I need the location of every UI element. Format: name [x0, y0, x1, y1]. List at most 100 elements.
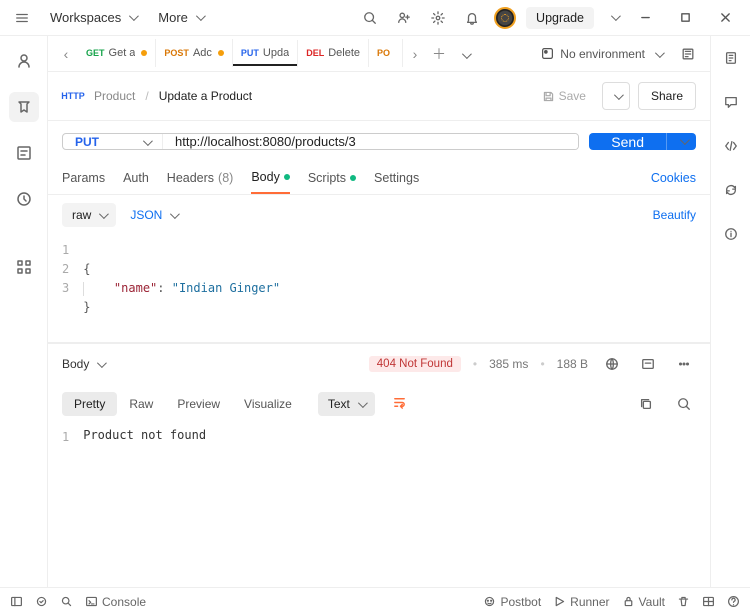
tab-title: Delete	[328, 47, 360, 59]
sb-runner[interactable]: Runner	[553, 595, 609, 609]
copy-response-icon[interactable]	[634, 392, 658, 416]
sb-vault[interactable]: Vault	[622, 595, 665, 609]
save-button[interactable]: Save	[534, 85, 594, 107]
refresh-icon[interactable]	[719, 178, 743, 202]
request-tab[interactable]: GET Get a	[78, 39, 156, 67]
avatar[interactable]	[494, 7, 516, 29]
view-preview[interactable]: Preview	[165, 392, 232, 416]
response-time: 385 ms	[489, 357, 528, 371]
more-dropdown[interactable]: More	[152, 6, 209, 29]
tab-method: PUT	[241, 48, 259, 58]
response-format-dropdown[interactable]: Text	[318, 392, 375, 416]
breadcrumb-collection[interactable]: Product	[94, 89, 135, 103]
sb-layout-icon[interactable]	[702, 595, 715, 608]
request-tab[interactable]: PO	[369, 39, 403, 67]
tab-params[interactable]: Params	[62, 163, 105, 193]
tab-new[interactable]: ＋	[427, 44, 451, 64]
unsaved-dot	[141, 50, 147, 56]
view-visualize[interactable]: Visualize	[232, 392, 304, 416]
environment-quicklook-icon[interactable]	[676, 42, 700, 66]
save-response-icon[interactable]	[636, 352, 660, 376]
url-input[interactable]	[163, 134, 578, 149]
sb-console[interactable]: Console	[85, 595, 146, 609]
send-dropdown[interactable]	[666, 133, 696, 150]
comments-icon[interactable]	[719, 90, 743, 114]
editor-gutter: 123	[62, 241, 83, 336]
method-dropdown[interactable]: PUT	[63, 134, 163, 149]
view-pretty[interactable]: Pretty	[62, 392, 117, 416]
settings-icon[interactable]	[426, 6, 450, 30]
request-tab[interactable]: POSTAdc	[156, 39, 232, 67]
save-dropdown[interactable]	[602, 82, 630, 110]
sb-trash-icon[interactable]	[677, 595, 690, 608]
cookies-link[interactable]: Cookies	[651, 171, 696, 185]
tab-headers[interactable]: Headers (8)	[167, 163, 234, 193]
sb-help-icon[interactable]	[727, 595, 740, 608]
response-scrollbar[interactable]	[699, 428, 707, 583]
tab-prev[interactable]: ‹	[54, 46, 78, 62]
hamburger-icon[interactable]	[10, 6, 34, 30]
response-body[interactable]: 1 Product not found	[48, 424, 710, 587]
sb-postbot[interactable]: Postbot	[483, 595, 541, 609]
rail-environments-icon[interactable]	[9, 138, 39, 168]
response-section-dropdown[interactable]: Body	[62, 357, 104, 371]
tab-authorization[interactable]: Auth	[123, 163, 149, 193]
rail-profile-icon[interactable]	[9, 46, 39, 76]
window-minimize[interactable]	[630, 6, 660, 30]
tab-list-dropdown[interactable]	[451, 46, 475, 62]
sb-sidebar-icon[interactable]	[10, 595, 23, 608]
status-bar: Console Postbot Runner Vault	[0, 587, 750, 615]
rail-apps-icon[interactable]	[9, 252, 39, 282]
beautify-link[interactable]: Beautify	[653, 208, 696, 222]
wrap-lines-icon[interactable]	[387, 390, 412, 418]
tab-body[interactable]: Body	[251, 162, 290, 194]
workspaces-dropdown[interactable]: Workspaces	[44, 6, 142, 29]
search-response-icon[interactable]	[672, 392, 696, 416]
rail-collections-icon[interactable]	[9, 92, 39, 122]
left-rail	[0, 36, 48, 587]
breadcrumb-request: Update a Product	[159, 89, 252, 103]
sb-find-icon[interactable]	[60, 595, 73, 608]
notifications-icon[interactable]	[460, 6, 484, 30]
tab-title: Upda	[263, 47, 289, 59]
environment-dropdown[interactable]: No environment	[535, 43, 668, 65]
tab-method: GET	[86, 48, 105, 58]
body-format-dropdown[interactable]: JSON	[130, 208, 177, 222]
docs-icon[interactable]	[719, 46, 743, 70]
request-body-editor[interactable]: 123 { "name": "Indian Ginger" }	[48, 235, 710, 343]
unsaved-dot	[218, 50, 224, 56]
response-status: 404 Not Found	[369, 356, 461, 372]
more-options-icon[interactable]	[672, 352, 696, 376]
sb-sync-icon[interactable]	[35, 595, 48, 608]
window-close[interactable]	[710, 6, 740, 30]
tab-bar: ‹ GETGet aPOSTAdcPUTUpdaDELDeletePO › ＋ …	[48, 36, 710, 72]
body-indicator-dot	[284, 174, 290, 180]
code-icon[interactable]	[719, 134, 743, 158]
globe-icon[interactable]	[600, 352, 624, 376]
body-type-dropdown[interactable]: raw	[62, 203, 116, 227]
breadcrumb-separator: /	[145, 89, 148, 103]
tab-settings[interactable]: Settings	[374, 163, 419, 193]
request-tab[interactable]: PUT Upda	[233, 40, 298, 68]
scripts-indicator-dot	[350, 175, 356, 181]
invite-icon[interactable]	[392, 6, 416, 30]
breadcrumb: HTTP Product / Update a Product Save Sha…	[48, 72, 710, 121]
upgrade-button[interactable]: Upgrade	[526, 7, 594, 29]
view-raw[interactable]: Raw	[117, 392, 165, 416]
tab-method: DEL	[306, 48, 324, 58]
info-icon[interactable]	[719, 222, 743, 246]
request-tab[interactable]: DEL Delete	[298, 39, 369, 67]
tab-title: Get a	[109, 47, 136, 59]
tab-title: Adc	[193, 47, 212, 59]
tab-scripts[interactable]: Scripts	[308, 163, 356, 193]
right-rail	[710, 36, 750, 587]
search-icon[interactable]	[358, 6, 382, 30]
upgrade-dropdown[interactable]	[604, 6, 620, 30]
send-button[interactable]: Send	[589, 133, 666, 150]
share-button[interactable]: Share	[638, 82, 696, 110]
tab-next[interactable]: ›	[403, 46, 427, 62]
rail-history-icon[interactable]	[9, 184, 39, 214]
editor-scrollbar[interactable]	[699, 239, 707, 338]
response-size: 188 B	[557, 357, 588, 371]
window-maximize[interactable]	[670, 6, 700, 30]
